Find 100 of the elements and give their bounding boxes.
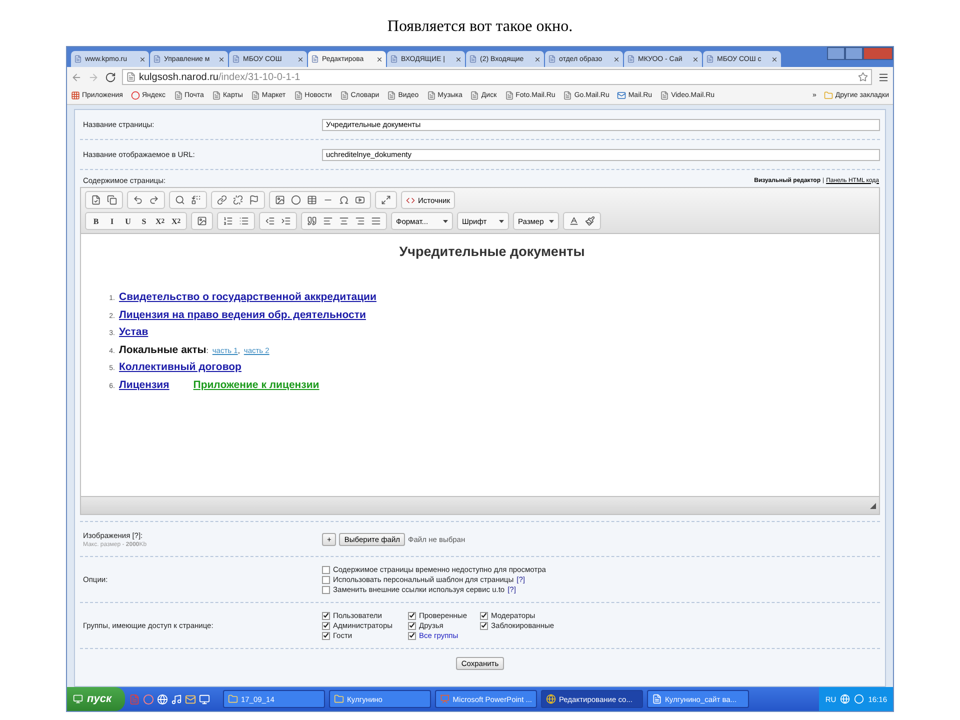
link-button[interactable] (215, 193, 229, 207)
page-icon[interactable] (387, 91, 396, 100)
checkbox[interactable] (322, 586, 330, 594)
document-link[interactable]: Лицензия (119, 378, 170, 390)
page-icon[interactable] (340, 91, 349, 100)
close-icon[interactable] (297, 56, 304, 62)
page-icon[interactable] (212, 91, 221, 100)
page-icon[interactable] (660, 91, 670, 100)
redo-icon (149, 195, 159, 205)
list-text: Локальные акты (119, 344, 206, 356)
page-icon (390, 55, 398, 63)
music-icon[interactable] (171, 694, 182, 704)
close-icon[interactable] (139, 56, 146, 62)
page-icon (706, 55, 714, 63)
checkbox[interactable] (480, 622, 488, 630)
close-icon[interactable] (376, 56, 383, 62)
slide-caption: Появляется вот такое окно. (387, 17, 573, 37)
code-icon (406, 196, 415, 204)
quote-button[interactable] (305, 214, 319, 228)
address-bar[interactable]: kulgsosh.narod.ru/index/31-10-0-1-1 (122, 69, 872, 85)
format-button[interactable]: U (121, 214, 135, 228)
text-color-icon (569, 216, 579, 226)
close-icon[interactable] (771, 56, 778, 62)
replace-button[interactable] (189, 193, 203, 207)
page-icon (311, 55, 319, 63)
format-button[interactable]: B (89, 214, 103, 228)
format-button[interactable]: S (137, 214, 151, 228)
table-button[interactable] (305, 193, 319, 207)
close-icon[interactable] (613, 56, 620, 62)
document-link[interactable]: Приложение к лицензии (193, 378, 320, 390)
page-icon (153, 55, 161, 63)
copy-button[interactable] (105, 193, 119, 207)
close-icon[interactable] (455, 56, 462, 62)
caret-icon (443, 220, 448, 222)
page-icon[interactable] (426, 91, 436, 100)
page-icon (469, 55, 477, 63)
checkbox[interactable] (322, 632, 330, 640)
checkbox[interactable] (408, 622, 416, 630)
maximize-button[interactable] (379, 193, 393, 207)
network-icon[interactable] (840, 694, 850, 704)
outdent-icon (265, 216, 275, 226)
minimize-button[interactable] (827, 47, 845, 60)
star-icon[interactable] (858, 72, 868, 82)
document-link[interactable]: Лицензия на право ведения обр. деятельности (119, 308, 366, 320)
close-icon[interactable] (692, 56, 699, 62)
image-icon (197, 216, 207, 226)
format-button[interactable]: I (105, 214, 119, 228)
unlink-icon (233, 195, 243, 205)
checkbox[interactable] (322, 622, 330, 630)
video-icon (355, 195, 365, 205)
numbered-list-icon (223, 216, 233, 226)
checkbox[interactable] (322, 612, 330, 620)
start-button[interactable]: пуск (67, 687, 125, 711)
link-icon (217, 195, 227, 205)
document-link[interactable]: Свидетельство о государственной аккредитации (119, 291, 376, 303)
omega-icon (339, 195, 349, 205)
page-icon[interactable] (174, 91, 183, 100)
folder-icon (824, 91, 834, 100)
undo-icon (133, 195, 143, 205)
folder-icon[interactable] (334, 694, 344, 704)
globe-icon[interactable] (546, 694, 556, 704)
close-icon[interactable] (218, 56, 225, 62)
menu-icon[interactable] (878, 72, 889, 82)
checkbox[interactable] (408, 632, 416, 640)
page-icon[interactable] (294, 91, 303, 100)
image-icon (275, 195, 285, 205)
document-icon[interactable] (652, 694, 662, 704)
reload-icon[interactable] (105, 72, 116, 82)
page-icon[interactable] (470, 91, 480, 100)
page-icon (232, 55, 240, 63)
search-button[interactable] (173, 193, 187, 207)
tray-icon[interactable] (854, 694, 864, 704)
image-button[interactable] (273, 193, 287, 207)
back-icon[interactable] (71, 72, 82, 82)
image-button[interactable] (195, 214, 209, 228)
resize-handle-icon[interactable] (870, 502, 876, 508)
checkbox[interactable] (322, 566, 330, 574)
folder-icon[interactable] (228, 694, 238, 704)
checkbox[interactable] (480, 612, 488, 620)
align-left-icon (323, 216, 333, 226)
mail-icon[interactable] (617, 91, 626, 100)
page-icon[interactable] (504, 91, 514, 100)
apps-icon[interactable] (71, 91, 80, 100)
page-icon[interactable] (563, 91, 572, 100)
document-link[interactable]: Коллективный договор (119, 361, 242, 373)
caret-icon (499, 220, 504, 222)
replace-icon (191, 195, 201, 205)
unlink-button[interactable] (231, 193, 245, 207)
page-icon (548, 55, 556, 63)
close-icon[interactable] (534, 56, 541, 62)
checkbox[interactable] (408, 612, 416, 620)
document-link[interactable]: Устав (119, 326, 148, 338)
quote-icon (307, 216, 317, 226)
align-center-icon (339, 216, 349, 226)
url-host: kulgsosh.narod.ru (139, 72, 218, 82)
page-icon[interactable] (250, 91, 260, 100)
search-icon (175, 195, 185, 205)
desktop-icon[interactable] (199, 694, 210, 704)
page-icon (74, 55, 82, 63)
checkbox[interactable] (322, 576, 330, 584)
